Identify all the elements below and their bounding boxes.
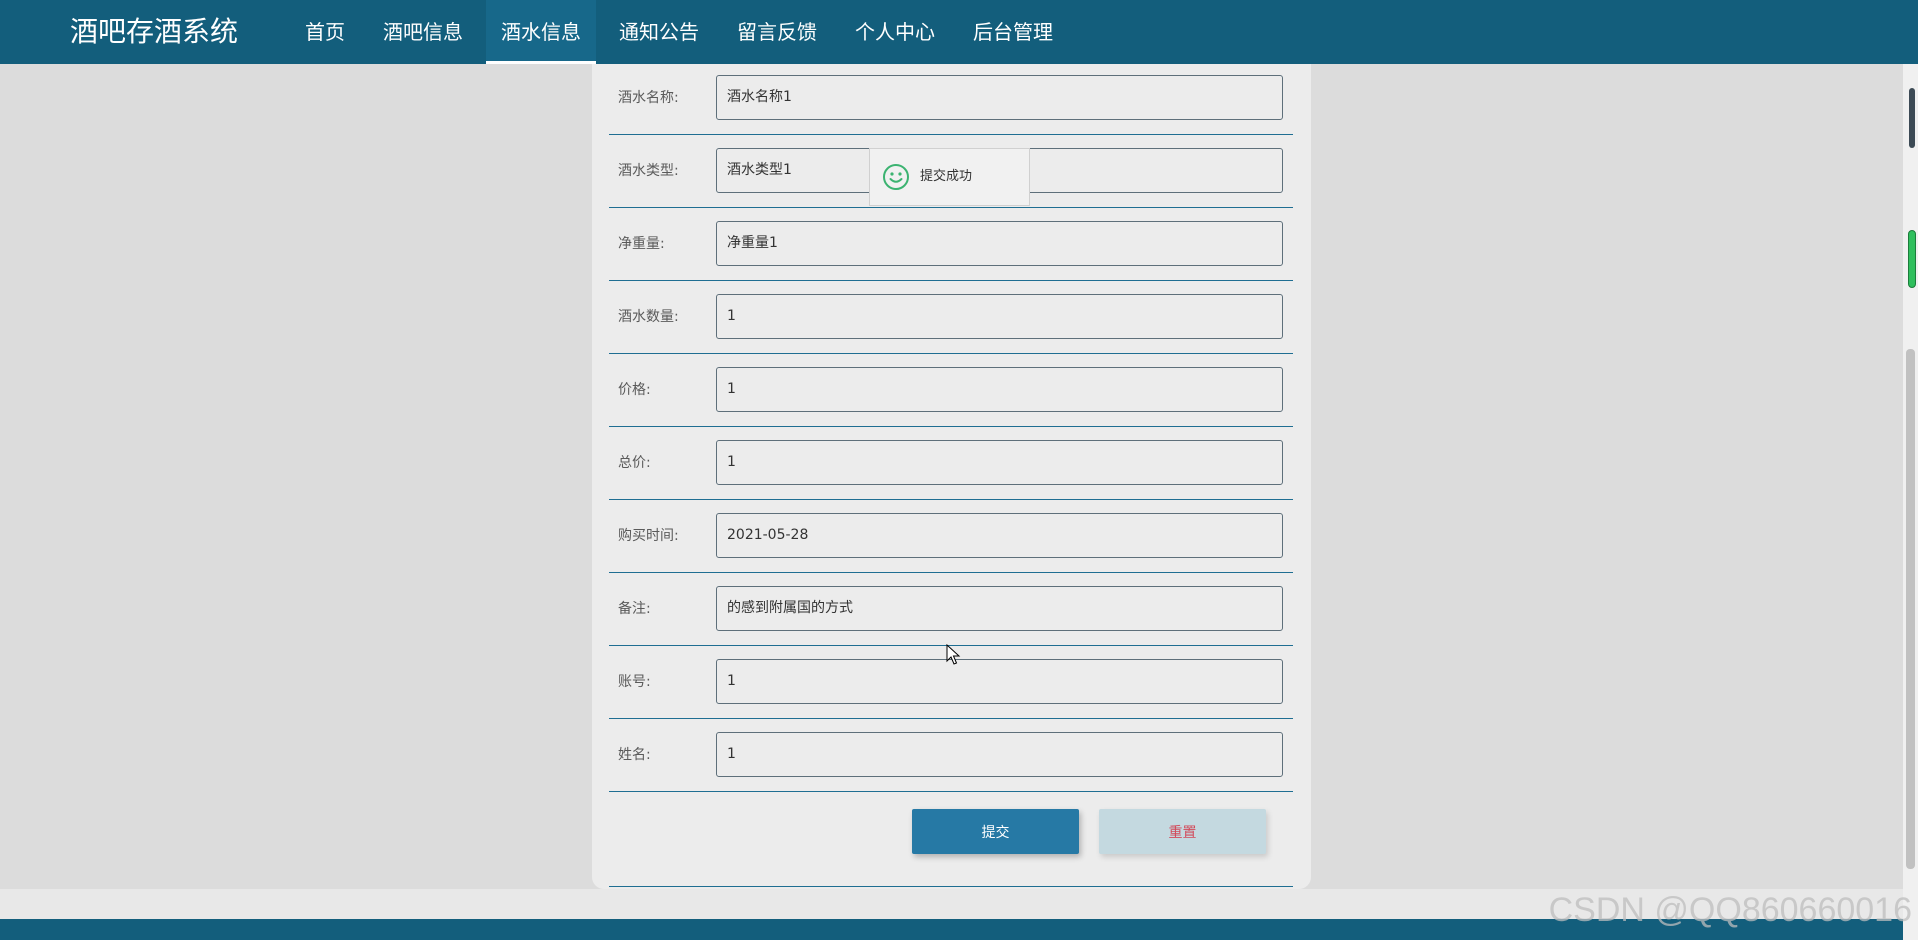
drink-quantity-input[interactable]: 1 (716, 294, 1283, 339)
form-row-price: 价格: 1 (609, 354, 1293, 427)
scroll-indicator-green (1908, 230, 1916, 288)
page-scrollbar[interactable] (1903, 64, 1918, 940)
success-toast: 提交成功 (869, 148, 1030, 206)
name-input[interactable]: 1 (716, 732, 1283, 777)
nav-feedback[interactable]: 留言反馈 (722, 0, 832, 64)
form-row-total-price: 总价: 1 (609, 427, 1293, 500)
price-input[interactable]: 1 (716, 367, 1283, 412)
smile-icon (882, 163, 910, 191)
form-row-drink-name: 酒水名称: 酒水名称1 (609, 62, 1293, 135)
form-row-remarks: 备注: 的感到附属国的方式 (609, 573, 1293, 646)
price-label: 价格: (618, 382, 651, 398)
mouse-cursor-icon (946, 644, 961, 665)
nav-home[interactable]: 首页 (290, 0, 360, 64)
toast-message: 提交成功 (920, 169, 973, 184)
nav-bar-info[interactable]: 酒吧信息 (368, 0, 478, 64)
reset-button[interactable]: 重置 (1099, 809, 1266, 854)
submit-button[interactable]: 提交 (912, 809, 1079, 854)
nav-notices[interactable]: 通知公告 (604, 0, 714, 64)
remarks-input[interactable]: 的感到附属国的方式 (716, 586, 1283, 631)
drink-quantity-label: 酒水数量: (618, 309, 679, 325)
form-row-net-weight: 净重量: 净重量1 (609, 208, 1293, 281)
scroll-indicator-dark (1909, 88, 1915, 148)
remarks-label: 备注: (618, 601, 651, 617)
net-weight-input[interactable]: 净重量1 (716, 221, 1283, 266)
watermark-text: CSDN @QQ860660016 (1548, 891, 1912, 929)
drink-name-label: 酒水名称: (618, 90, 679, 106)
purchase-date-input[interactable]: 2021-05-28 (716, 513, 1283, 558)
account-label: 账号: (618, 674, 651, 690)
nav-personal-center[interactable]: 个人中心 (840, 0, 950, 64)
net-weight-label: 净重量: (618, 236, 665, 252)
total-price-label: 总价: (618, 455, 651, 471)
scrollbar-thumb[interactable] (1906, 349, 1915, 869)
purchase-date-label: 购买时间: (618, 528, 679, 544)
nav-admin[interactable]: 后台管理 (958, 0, 1068, 64)
drink-name-input[interactable]: 酒水名称1 (716, 75, 1283, 120)
top-navbar: 酒吧存酒系统 首页 酒吧信息 酒水信息 通知公告 留言反馈 个人中心 后台管理 (0, 0, 1918, 64)
nav-drinks-info[interactable]: 酒水信息 (486, 0, 596, 64)
name-label: 姓名: (618, 747, 651, 763)
main-nav: 首页 酒吧信息 酒水信息 通知公告 留言反馈 个人中心 后台管理 (290, 0, 1076, 64)
drink-type-label: 酒水类型: (618, 163, 679, 179)
form-row-name: 姓名: 1 (609, 719, 1293, 792)
form-row-drink-quantity: 酒水数量: 1 (609, 281, 1293, 354)
account-input[interactable]: 1 (716, 659, 1283, 704)
form-row-purchase-date: 购买时间: 2021-05-28 (609, 500, 1293, 573)
total-price-input[interactable]: 1 (716, 440, 1283, 485)
form-actions: 提交 重置 (609, 794, 1293, 887)
site-brand[interactable]: 酒吧存酒系统 (70, 14, 238, 50)
